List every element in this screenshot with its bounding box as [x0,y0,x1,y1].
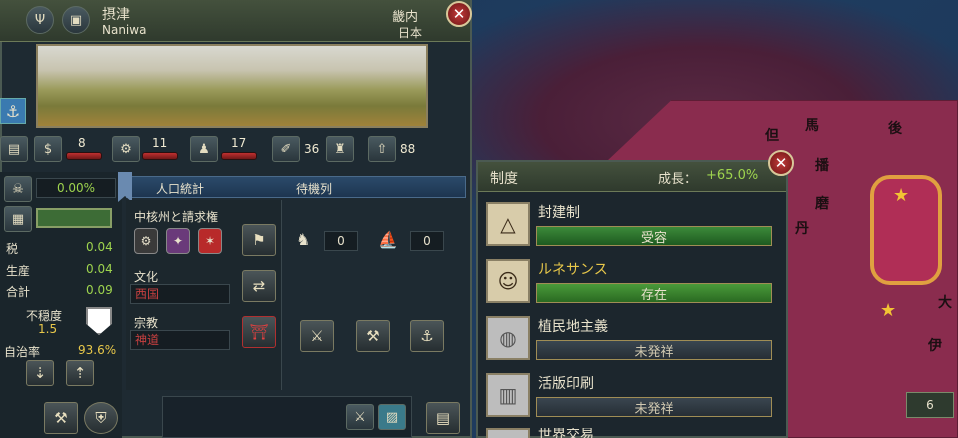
prosperity-value: 0.00% [36,178,116,198]
recruit-army-button[interactable]: ⚔ [300,320,334,352]
navy-queue[interactable]: ⛵ 0 [378,228,448,254]
total-label: 合計 [6,285,31,299]
ledger-book-icon[interactable]: ▤ [426,402,460,434]
globe-icon: ◍ [486,316,530,360]
capital-star-icon-2: ★ [880,300,897,321]
cores-label: 中核州と請求権 [134,210,219,224]
shield-icon[interactable]: ⛨ [84,402,118,434]
production-dev-icon: ⚙ [112,136,140,162]
province-emblem-icon[interactable]: Ψ [26,6,54,34]
prosperity-icon: ☠ [4,176,32,202]
prosperity-bar [36,208,112,228]
core-shield-icon-1[interactable]: ⚙ [134,228,158,254]
province-goods-icon[interactable]: ▣ [62,6,90,34]
map-icon[interactable]: ▨ [378,404,406,430]
recruit-mercenary-button[interactable]: ⚒ [356,320,390,352]
institution-status: 受容 [536,226,772,246]
institution-status: 未発祥 [536,397,772,417]
autonomy-label: 自治率 [4,345,41,359]
ship-icon: ⛵ [378,230,398,249]
total-value: 0.09 [86,283,113,297]
upgrade-count: 88 [400,142,416,156]
institution-name: 植民地主義 [538,319,608,335]
sword-icon[interactable]: ⚔ [346,404,374,430]
institution-name-partial: 世界交易 [538,428,594,438]
convert-culture-button[interactable]: ⇄ [242,270,276,302]
tab-queue[interactable]: 待機列 [296,180,332,197]
shinto-torii-button[interactable]: ⛩ [242,316,276,348]
institution-name: 封建制 [538,205,580,221]
army-unit-badge[interactable]: 6 [906,392,954,418]
institution-status: 未発祥 [536,340,772,360]
institution-name: ルネサンス [538,262,608,278]
tax-label: 税 [6,242,19,256]
naval-icon[interactable]: ⚓ [0,98,26,124]
navy-queue-count: 0 [410,231,444,251]
tax-dev-button[interactable] [66,152,102,160]
close-province-button[interactable]: ✕ [446,1,472,27]
institution-status: 存在 [536,283,772,303]
religion-value: 神道 [130,330,230,350]
trade-goods-icon[interactable]: ✐ [272,136,300,162]
upgrade-icon[interactable]: ⇧ [368,136,396,162]
manpower-dev-value: 17 [231,136,247,150]
map-label-5: 播 [815,158,829,174]
tax-value: 0.04 [86,240,113,254]
province-name-jp: 摂津 [102,7,130,23]
capital-star-icon: ★ [893,185,910,206]
map-label-2: 但 [765,128,779,144]
map-label-3: 馬 [805,118,819,134]
raise-autonomy-button[interactable]: ⇡ [66,360,94,386]
province-picture [36,44,428,128]
institutions-growth-value: +65.0% [706,168,759,183]
map-label-6: 磨 [815,196,829,212]
tab-population[interactable]: 人口統計 [156,180,204,197]
press-icon: ▥ [486,373,530,417]
unrest-value: 1.5 [38,322,58,336]
build-ship-button[interactable]: ⚓ [410,320,444,352]
production-value: 0.04 [86,262,113,276]
map-label-4: 後 [888,121,902,137]
map-label-8: 伊 [928,338,942,354]
core-shield-icon-3[interactable]: ✶ [198,228,222,254]
province-region[interactable]: 畿内 [392,6,418,25]
production-label: 生産 [6,264,31,278]
culture-label: 文化 [134,270,159,284]
trade-goods-count: 36 [304,142,320,156]
portrait-icon: ☺ [486,259,530,303]
army-queue-count: 0 [324,231,358,251]
institutions-title: 制度 [490,171,518,187]
province-owner[interactable]: 日本 [398,24,422,41]
lower-autonomy-button[interactable]: ⇣ [26,360,54,386]
production-dev-button[interactable] [142,152,178,160]
close-institutions-button[interactable]: ✕ [768,150,794,176]
core-shield-icon-2[interactable]: ✦ [166,228,190,254]
army-count: 6 [926,398,934,412]
map-label-1: 丹 [795,221,809,237]
culture-value: 西国 [130,284,230,304]
province-name-en: Naniwa [102,23,147,37]
unknown-icon[interactable]: ♜ [326,136,354,162]
map-label-7: 大 [938,295,952,311]
bottom-info-bar [162,396,412,438]
army-queue[interactable]: ♞ 0 [296,228,362,254]
autonomy-value: 93.6% [78,343,117,357]
core-claim-button[interactable]: ⚑ [242,224,276,256]
army-icon: ♞ [296,230,311,249]
tax-dev-value: 8 [78,136,86,150]
manpower-dev-icon: ♟ [190,136,218,162]
treasure-icon: ▦ [4,206,32,232]
production-dev-value: 11 [152,136,168,150]
pyramid-icon: △ [486,202,530,246]
manpower-dev-button[interactable] [221,152,257,160]
build-icon[interactable]: ⚒ [44,402,78,434]
tax-dev-icon: $ [34,136,62,162]
trade-icon [486,428,530,438]
institution-name: 活版印刷 [538,376,594,392]
institutions-growth-label: 成長： [658,172,698,187]
religion-label: 宗教 [134,316,159,330]
book-icon[interactable]: ▤ [0,136,28,162]
